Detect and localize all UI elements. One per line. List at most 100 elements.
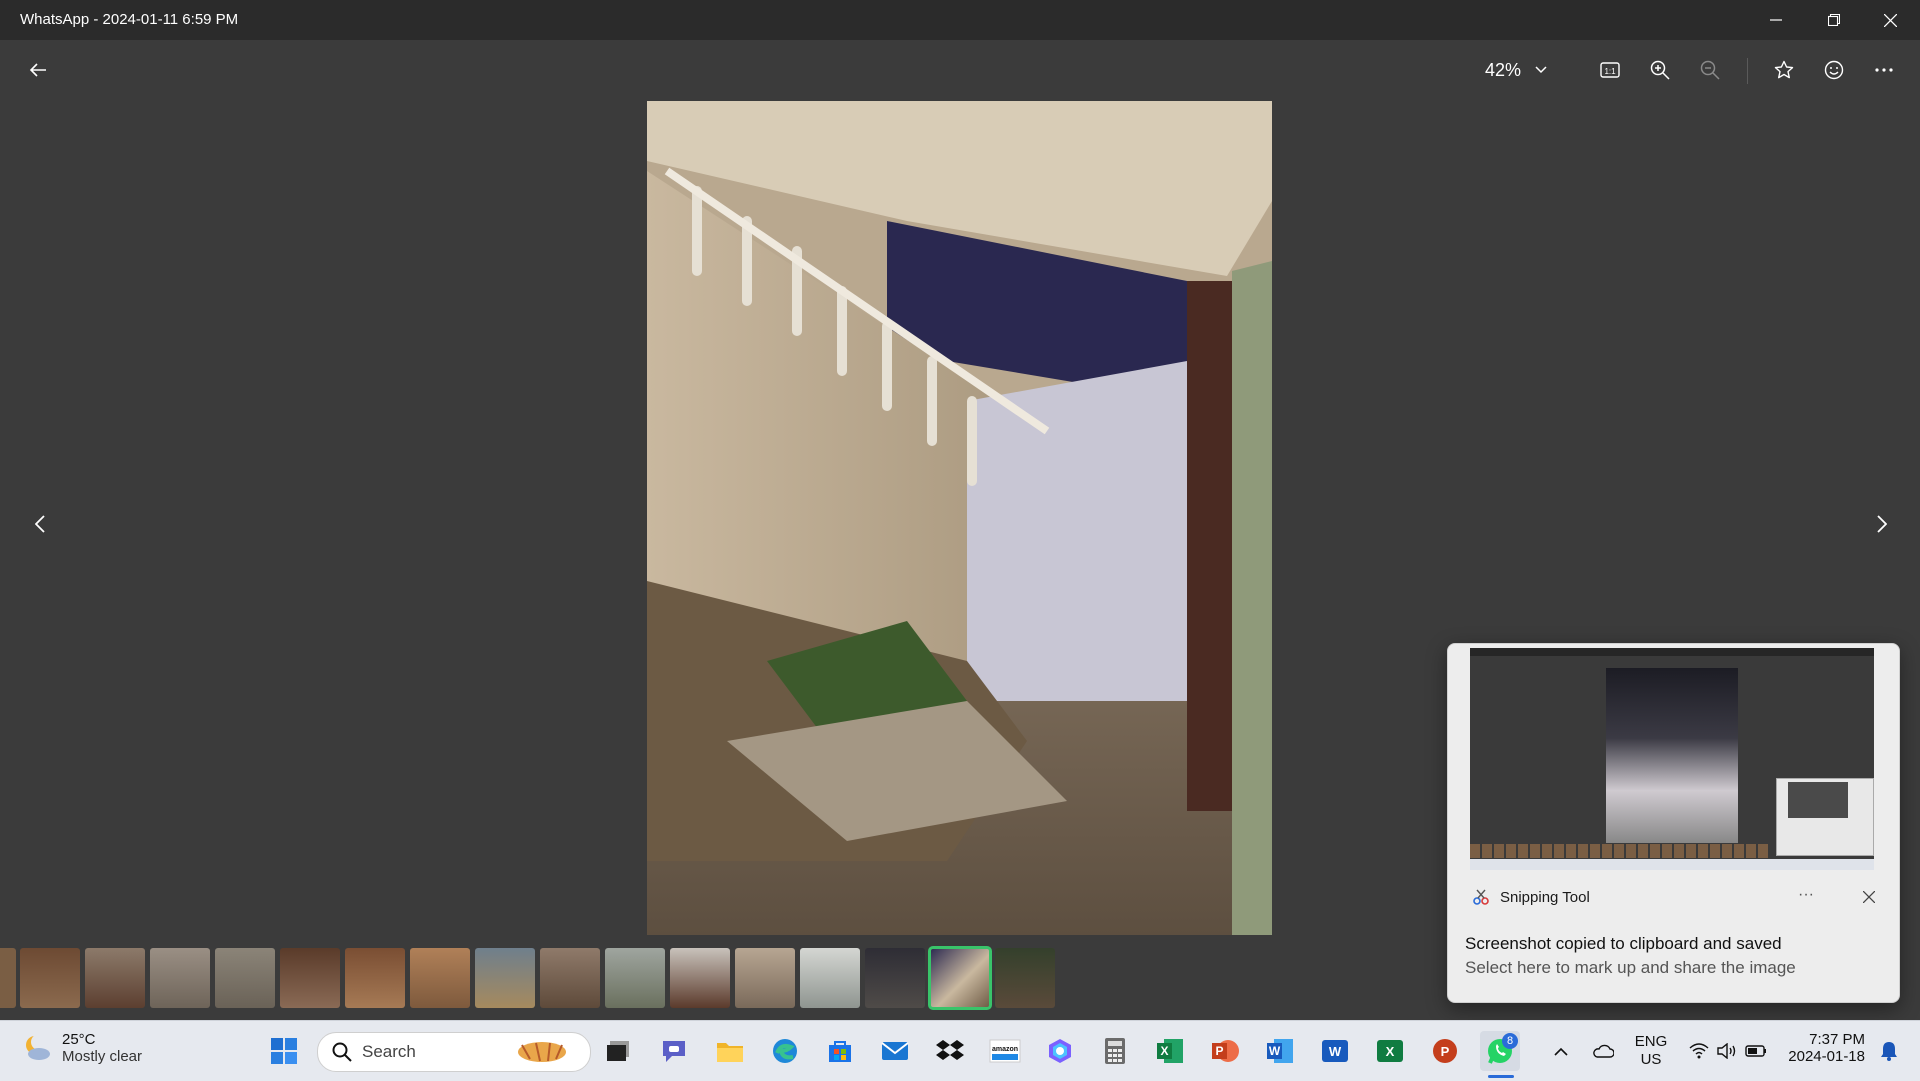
- toast-app-name: Snipping Tool: [1500, 888, 1590, 906]
- filmstrip-thumbnail[interactable]: [605, 948, 665, 1008]
- minimize-button[interactable]: [1748, 0, 1804, 40]
- whatsapp-button[interactable]: 8: [1480, 1031, 1520, 1071]
- favorite-button[interactable]: [1764, 50, 1804, 90]
- teams-button[interactable]: [654, 1031, 694, 1071]
- more-options-button[interactable]: [1864, 50, 1904, 90]
- chevron-right-icon: [1877, 515, 1887, 533]
- search-input[interactable]: [360, 1041, 514, 1063]
- back-button[interactable]: [18, 50, 58, 90]
- filmstrip-thumbnail[interactable]: [345, 948, 405, 1008]
- amazon-button[interactable]: amazon: [985, 1031, 1025, 1071]
- filmstrip-thumbnail[interactable]: [540, 948, 600, 1008]
- toast-close-button[interactable]: [1858, 886, 1880, 908]
- svg-text:X: X: [1386, 1044, 1395, 1059]
- word-button[interactable]: W: [1315, 1031, 1355, 1071]
- zoom-dropdown[interactable]: 42%: [1485, 50, 1547, 90]
- store-button[interactable]: [820, 1031, 860, 1071]
- file-explorer-icon: [717, 1043, 743, 1062]
- filmstrip-thumbnail[interactable]: [410, 948, 470, 1008]
- filmstrip-thumbnail[interactable]: [475, 948, 535, 1008]
- taskbar: 25°C Mostly clear amazon X: [0, 1020, 1920, 1081]
- svg-text:W: W: [1329, 1044, 1342, 1059]
- arrow-left-icon: [29, 63, 46, 77]
- filmstrip-thumbnail[interactable]: [735, 948, 795, 1008]
- wifi-icon: [1689, 1043, 1709, 1059]
- filmstrip-thumbnail-selected[interactable]: [928, 946, 992, 1010]
- viewer-toolbar: 42% 1:1: [0, 40, 1920, 100]
- search-icon: [332, 1042, 352, 1062]
- actual-size-button[interactable]: 1:1: [1590, 50, 1630, 90]
- calculator-button[interactable]: [1095, 1031, 1135, 1071]
- file-explorer-button[interactable]: [710, 1031, 750, 1071]
- taskbar-search[interactable]: [317, 1032, 591, 1072]
- dropbox-icon: [936, 1040, 964, 1060]
- previous-image-button[interactable]: [20, 504, 60, 544]
- zoom-in-button[interactable]: [1640, 50, 1680, 90]
- weather-temperature: 25°C: [62, 1031, 96, 1048]
- filmstrip-thumbnail[interactable]: [150, 948, 210, 1008]
- close-icon: [1863, 891, 1875, 903]
- toast-subtitle: Select here to mark up and share the ima…: [1465, 958, 1796, 977]
- filmstrip-thumbnail[interactable]: [20, 948, 80, 1008]
- language-indicator[interactable]: ENG US: [1630, 1031, 1672, 1071]
- snipping-tool-icon: [1473, 889, 1489, 905]
- store-icon: [829, 1041, 851, 1062]
- filmstrip-thumbnail[interactable]: [85, 948, 145, 1008]
- svg-text:W: W: [1269, 1044, 1281, 1058]
- toast-title: Screenshot copied to clipboard and saved: [1465, 934, 1782, 953]
- excel-button[interactable]: X: [1370, 1031, 1410, 1071]
- moon-cloud-icon: [26, 1034, 50, 1060]
- search-highlight-icon: [518, 1042, 566, 1062]
- restore-button[interactable]: [1806, 0, 1862, 40]
- window-title: WhatsApp - 2024-01-11 6:59 PM: [20, 11, 239, 28]
- photo-staircase: [647, 101, 1272, 935]
- region-code: US: [1640, 1051, 1662, 1068]
- start-icon: [271, 1038, 297, 1064]
- close-button[interactable]: [1862, 0, 1918, 40]
- weather-widget[interactable]: 25°C Mostly clear: [22, 1031, 142, 1065]
- toolbar-separator: [1747, 58, 1748, 84]
- powerpoint-icon: P: [1433, 1039, 1457, 1063]
- filmstrip-thumbnail[interactable]: [800, 948, 860, 1008]
- show-hidden-icons-button[interactable]: [1548, 1031, 1574, 1071]
- svg-text:1:1: 1:1: [1604, 67, 1616, 76]
- powerpoint-button[interactable]: P: [1205, 1031, 1245, 1071]
- filmstrip-thumbnail[interactable]: [280, 948, 340, 1008]
- task-view-button[interactable]: [598, 1031, 638, 1071]
- notifications-button[interactable]: [1874, 1031, 1904, 1071]
- filmstrip-thumbnail[interactable]: [865, 948, 925, 1008]
- excel-button[interactable]: X: [1150, 1031, 1190, 1071]
- system-clock[interactable]: 7:37 PM 2024-01-18: [1785, 1031, 1865, 1065]
- language-code: ENG: [1634, 1033, 1668, 1050]
- edge-icon: [773, 1039, 797, 1063]
- powerpoint-button[interactable]: P: [1425, 1031, 1465, 1071]
- filmstrip-thumbnail[interactable]: [995, 948, 1055, 1008]
- edge-button[interactable]: [765, 1031, 805, 1071]
- dropbox-button[interactable]: [930, 1031, 970, 1071]
- onedrive-button[interactable]: [1588, 1031, 1618, 1071]
- filmstrip-thumbnail[interactable]: [670, 948, 730, 1008]
- start-button[interactable]: [264, 1031, 304, 1071]
- copilot-button[interactable]: [1040, 1031, 1080, 1071]
- chevron-left-icon: [35, 515, 45, 533]
- star-icon: [1774, 60, 1794, 79]
- snipping-tool-notification[interactable]: Snipping Tool ··· Screenshot copied to c…: [1447, 643, 1900, 1003]
- word-icon: W: [1322, 1040, 1348, 1062]
- minimize-icon: [1770, 19, 1782, 21]
- emoji-button[interactable]: [1814, 50, 1854, 90]
- amazon-icon: amazon: [989, 1039, 1021, 1063]
- zoom-level: 42%: [1485, 59, 1522, 80]
- next-image-button[interactable]: [1862, 504, 1902, 544]
- word-button[interactable]: W: [1260, 1031, 1300, 1071]
- mail-icon: [881, 1042, 909, 1060]
- word-icon: W: [1267, 1039, 1293, 1063]
- filmstrip-thumbnail[interactable]: [0, 948, 16, 1008]
- quick-settings-button[interactable]: [1686, 1031, 1770, 1071]
- screenshot-preview[interactable]: [1470, 648, 1874, 870]
- toast-more-button[interactable]: ···: [1798, 886, 1814, 904]
- zoom-out-button[interactable]: [1690, 50, 1730, 90]
- mail-button[interactable]: [875, 1031, 915, 1071]
- filmstrip-thumbnail[interactable]: [215, 948, 275, 1008]
- teams-icon: [663, 1041, 685, 1062]
- zoom-in-icon: [1650, 60, 1670, 80]
